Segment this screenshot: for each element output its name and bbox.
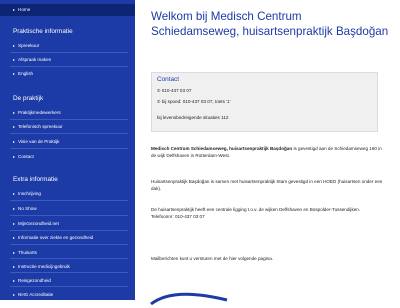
sidebar-item-reisgezondheid[interactable]: ▸ Reisgezondheid bbox=[13, 278, 51, 284]
sidebar-item-mijngezondheid[interactable]: ▸ MijnGezondheid.net bbox=[13, 221, 59, 227]
section-title-de-praktijk: De praktijk bbox=[13, 95, 44, 102]
location-text: De huisartsenpraktijk heeft een centrale… bbox=[151, 207, 361, 212]
divider bbox=[10, 51, 128, 53]
sidebar-item-thuisarts[interactable]: ▸ Thuisarts bbox=[13, 250, 37, 256]
sidebar-item-contact[interactable]: ▸ Contact bbox=[13, 154, 34, 160]
sidebar-link-label: Home bbox=[18, 7, 31, 12]
phone-text: Telefoonnr: 010-437 03 07 bbox=[151, 213, 205, 219]
divider bbox=[10, 147, 128, 149]
contact-urgent-text: bij spoed: 010-437 03 07, toets '1' bbox=[161, 99, 231, 104]
contact-phone-number: 010-437 03 07 bbox=[161, 88, 192, 93]
intro-paragraph: Medisch Centrum Schiedamseweg, huisartse… bbox=[151, 146, 386, 159]
sidebar-link-home[interactable]: ▸ Home bbox=[13, 7, 30, 13]
phone-icon: ✆ bbox=[157, 88, 161, 93]
divider bbox=[10, 65, 128, 67]
divider bbox=[10, 286, 128, 287]
divider bbox=[10, 215, 128, 216]
sidebar-item-no-show[interactable]: ▸ No Show bbox=[13, 206, 37, 212]
sidebar-item-home[interactable]: ▸ Home bbox=[0, 4, 135, 16]
section-title-praktische-informatie: Praktische informatie bbox=[13, 28, 73, 35]
contact-urgent[interactable]: ✆ bij spoed: 010-437 03 07, toets '1' bbox=[157, 99, 230, 104]
location-paragraph: De huisartsenpraktijk heeft een centrale… bbox=[151, 207, 386, 220]
contact-box: Contact ✆ 010-437 03 07 ✆ bij spoed: 010… bbox=[151, 72, 378, 132]
divider bbox=[10, 132, 128, 134]
sidebar-item-praktijkmedewerkers[interactable]: ▸ Praktijkmedewerkers bbox=[13, 110, 61, 116]
sidebar: ▸ Home Praktische informatie ▸ Spreekuur ▸… bbox=[0, 0, 135, 300]
hoed-paragraph: Huisartsenpraktijk Başdoğan is samen met… bbox=[151, 179, 383, 191]
divider bbox=[10, 244, 128, 245]
sidebar-item-visie[interactable]: ▸ Visie van de Praktijk bbox=[13, 139, 59, 145]
section-title-extra-informatie: Extra informatie bbox=[13, 176, 58, 183]
intro-bold: Medisch Centrum Schiedamseweg, huisartse… bbox=[151, 146, 293, 151]
mail-paragraph: Mailberichten kunt u versturen met de hi… bbox=[151, 256, 274, 261]
sidebar-item-instructie-medicijngebruik[interactable]: ▸ Instructie medicijngebruik bbox=[13, 264, 70, 270]
page-title: Welkom bij Medisch Centrum Schiedamseweg… bbox=[151, 10, 389, 38]
divider bbox=[10, 230, 128, 231]
sidebar-item-spreekuur[interactable]: ▸ Spreekuur bbox=[13, 43, 39, 49]
contact-phone[interactable]: ✆ 010-437 03 07 bbox=[157, 88, 191, 93]
sidebar-item-nhg-accreditatie[interactable]: ▸ NHG Accreditatie bbox=[13, 292, 53, 298]
contact-title: Contact bbox=[157, 76, 180, 83]
sidebar-item-informatie-ziekte[interactable]: ▸ Informatie over ziekte en gezondheid bbox=[13, 235, 93, 241]
sidebar-item-english[interactable]: ▸ English bbox=[13, 71, 33, 77]
divider bbox=[10, 200, 128, 201]
contact-emergency: bij levensbedreigende situaties 112 bbox=[157, 115, 229, 120]
divider bbox=[10, 272, 128, 273]
sidebar-item-afspraak-maken[interactable]: ▸ Afspraak maken bbox=[13, 57, 51, 63]
divider bbox=[10, 118, 128, 120]
sidebar-item-inschrijving[interactable]: ▸ Inschrijving bbox=[13, 191, 41, 197]
divider bbox=[10, 258, 128, 259]
phone-icon: ✆ bbox=[157, 99, 161, 104]
main-content: Welkom bij Medisch Centrum Schiedamseweg… bbox=[135, 0, 400, 306]
sidebar-item-telefonisch-spreekuur[interactable]: ▸ Telefonisch spreekuur bbox=[13, 124, 63, 130]
logo-swoosh bbox=[150, 292, 228, 306]
